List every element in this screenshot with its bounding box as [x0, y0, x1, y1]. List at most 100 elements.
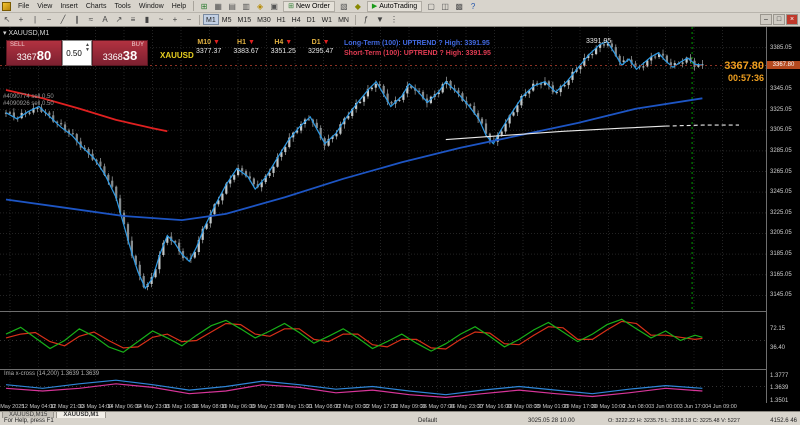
minimize-window-icon[interactable]: – [760, 14, 772, 25]
chart-tab-xauusd-m15[interactable]: XAUUSD,M15 [2, 411, 54, 418]
candles-chart-icon[interactable]: ▮ [140, 14, 154, 25]
buy-button[interactable]: BUY 336838 [92, 40, 148, 66]
autotrading-button[interactable]: ▶ AutoTrading [367, 1, 422, 12]
chart-area: 3385.053365.053345.053325.053305.053285.… [0, 27, 800, 411]
indicators-icon[interactable]: ƒ [359, 14, 373, 25]
menu-file[interactable]: File [14, 1, 33, 12]
menu-bar: FileViewInsertChartsToolsWindowHelp ⊞▦▤▥… [0, 0, 800, 13]
timeframe-m5[interactable]: M5 [219, 14, 235, 25]
current-price-display: 3367.80 [724, 61, 764, 72]
price-axis-label: 3385.05 [770, 45, 792, 51]
fibonacci-icon[interactable]: ≈ [84, 14, 98, 25]
new-order-button[interactable]: ⊞ New Order [283, 1, 335, 12]
menu-charts[interactable]: Charts [82, 1, 111, 12]
arrow-object-icon[interactable]: ↗ [112, 14, 126, 25]
horizontal-line-icon[interactable]: − [42, 14, 56, 25]
menu-view[interactable]: View [33, 1, 56, 12]
zoom-in-icon[interactable]: + [168, 14, 182, 25]
fullscreen-icon[interactable]: ▢ [424, 1, 438, 12]
cursor-icon[interactable]: ↖ [0, 14, 14, 25]
mtf-price-value: 3351.25 [271, 48, 296, 55]
short-term-trend-label: Short-Term (100): UPTREND ? High: 3391.9… [344, 50, 491, 57]
price-axis-label: 3165.05 [770, 272, 792, 278]
metaeditor-icon[interactable]: ◆ [351, 1, 365, 12]
status-profile[interactable]: Default [418, 418, 437, 425]
chart-symbol-period: XAUUSD,M1 [8, 30, 49, 37]
text-label-icon[interactable]: A [98, 14, 112, 25]
line-chart-icon[interactable]: ~ [154, 14, 168, 25]
menu-insert[interactable]: Insert [56, 1, 82, 12]
timeframe-m1[interactable]: M1 [203, 14, 219, 25]
timeframe-d1[interactable]: D1 [304, 14, 319, 25]
crosshair-icon[interactable]: + [14, 14, 28, 25]
tile-windows-icon[interactable]: ◫ [438, 1, 452, 12]
cascade-windows-icon[interactable]: ▩ [452, 1, 466, 12]
restore-window-icon[interactable]: □ [773, 14, 785, 25]
navigator-icon[interactable]: ◈ [253, 1, 267, 12]
menu-tools[interactable]: Tools [110, 1, 134, 12]
mtf-column-m10: M10 ▼3377.37 [196, 39, 221, 55]
status-ohlcv: O: 3222.22 H: 3235.75 L: 3218.18 C: 3225… [608, 418, 740, 425]
buy-price-pips: 38 [123, 48, 137, 63]
new-order-icon: ⊞ [288, 2, 294, 10]
sell-button[interactable]: SELL 336780 [6, 40, 62, 66]
mtf-column-d1: D1 ▼3295.47 [308, 39, 333, 55]
price-axis-label: 3285.05 [770, 148, 792, 154]
new-order-label: New Order [296, 3, 330, 10]
ima-xcross-subwindow-svg[interactable] [0, 370, 766, 403]
chart-window-title[interactable]: ▾ XAUUSD,M1 [3, 29, 49, 37]
oscillator-subwindow-svg[interactable] [0, 312, 766, 369]
chart-tab-xauusd-m1[interactable]: XAUUSD,M1 [56, 411, 105, 418]
mtf-period-label: D1 [312, 39, 321, 46]
lot-size-input[interactable] [63, 41, 85, 65]
mtf-price-value: 3383.67 [233, 48, 258, 55]
price-axis[interactable]: 3385.053365.053345.053325.053305.053285.… [767, 27, 800, 403]
timeframe-mn[interactable]: MN [335, 14, 352, 25]
standard-toolbar-2: ▧◆ [337, 1, 365, 12]
ima-xcross-axis-label: 1.3639 [770, 385, 788, 391]
zoom-out-icon[interactable]: − [182, 14, 196, 25]
close-window-icon[interactable]: × [786, 14, 798, 25]
multi-timeframe-panel: M10 ▼3377.37H1 ▼3383.67H4 ▼3351.25D1 ▼32… [196, 39, 333, 55]
down-arrow-icon: ▼ [323, 39, 330, 46]
lot-down-icon[interactable]: ▼ [85, 48, 90, 53]
time-axis[interactable]: 9 May 202512 May 04:0012 May 21:0013 May… [0, 403, 800, 411]
timeframe-h1[interactable]: H1 [274, 14, 289, 25]
price-axis-label: 3305.05 [770, 127, 792, 133]
price-axis-label: 3225.05 [770, 210, 792, 216]
price-axis-label: 3205.05 [770, 230, 792, 236]
toolbar-separator [355, 15, 356, 25]
templates-icon[interactable]: ▼ [373, 14, 387, 25]
lot-size-field: ▲ ▼ [62, 40, 92, 66]
help-docs-icon[interactable]: ? [466, 1, 480, 12]
indicators-toolbar: ƒ▼⋮ [359, 14, 401, 25]
data-window-icon[interactable]: ▥ [239, 1, 253, 12]
profiles-icon[interactable]: ▦ [211, 1, 225, 12]
main-chart-svg[interactable] [0, 27, 766, 311]
oscillator-axis-label: 36.40 [770, 345, 785, 351]
indicator-symbol-label: XAUUSD [160, 51, 194, 60]
timeframe-h4[interactable]: H4 [289, 14, 304, 25]
mtf-column-h4: H4 ▼3351.25 [271, 39, 296, 55]
period-separators-icon[interactable]: ⋮ [387, 14, 401, 25]
oscillator-axis-label: 72.15 [770, 326, 785, 332]
menu-window[interactable]: Window [135, 1, 168, 12]
mtf-price-value: 3377.37 [196, 48, 221, 55]
market-watch-icon[interactable]: ▤ [225, 1, 239, 12]
down-arrow-icon: ▼ [248, 39, 255, 46]
channel-icon[interactable]: ∥ [70, 14, 84, 25]
new-chart-icon[interactable]: ⊞ [197, 1, 211, 12]
trendline-icon[interactable]: ╱ [56, 14, 70, 25]
app-icon[interactable] [2, 2, 11, 11]
terminal-icon[interactable]: ▣ [267, 1, 281, 12]
bars-chart-icon[interactable]: ≡ [126, 14, 140, 25]
strategy-tester-icon[interactable]: ▧ [337, 1, 351, 12]
vertical-line-icon[interactable]: | [28, 14, 42, 25]
timeframe-m30[interactable]: M30 [254, 14, 274, 25]
position-label: #4090774 sell 0.50 [3, 94, 54, 101]
timeframe-m15[interactable]: M15 [234, 14, 254, 25]
time-axis-label: 4 Jun 09:00 [705, 404, 741, 410]
status-price-info: 3025.05 28 10.00 [528, 418, 575, 425]
timeframe-w1[interactable]: W1 [319, 14, 336, 25]
menu-help[interactable]: Help [168, 1, 190, 12]
